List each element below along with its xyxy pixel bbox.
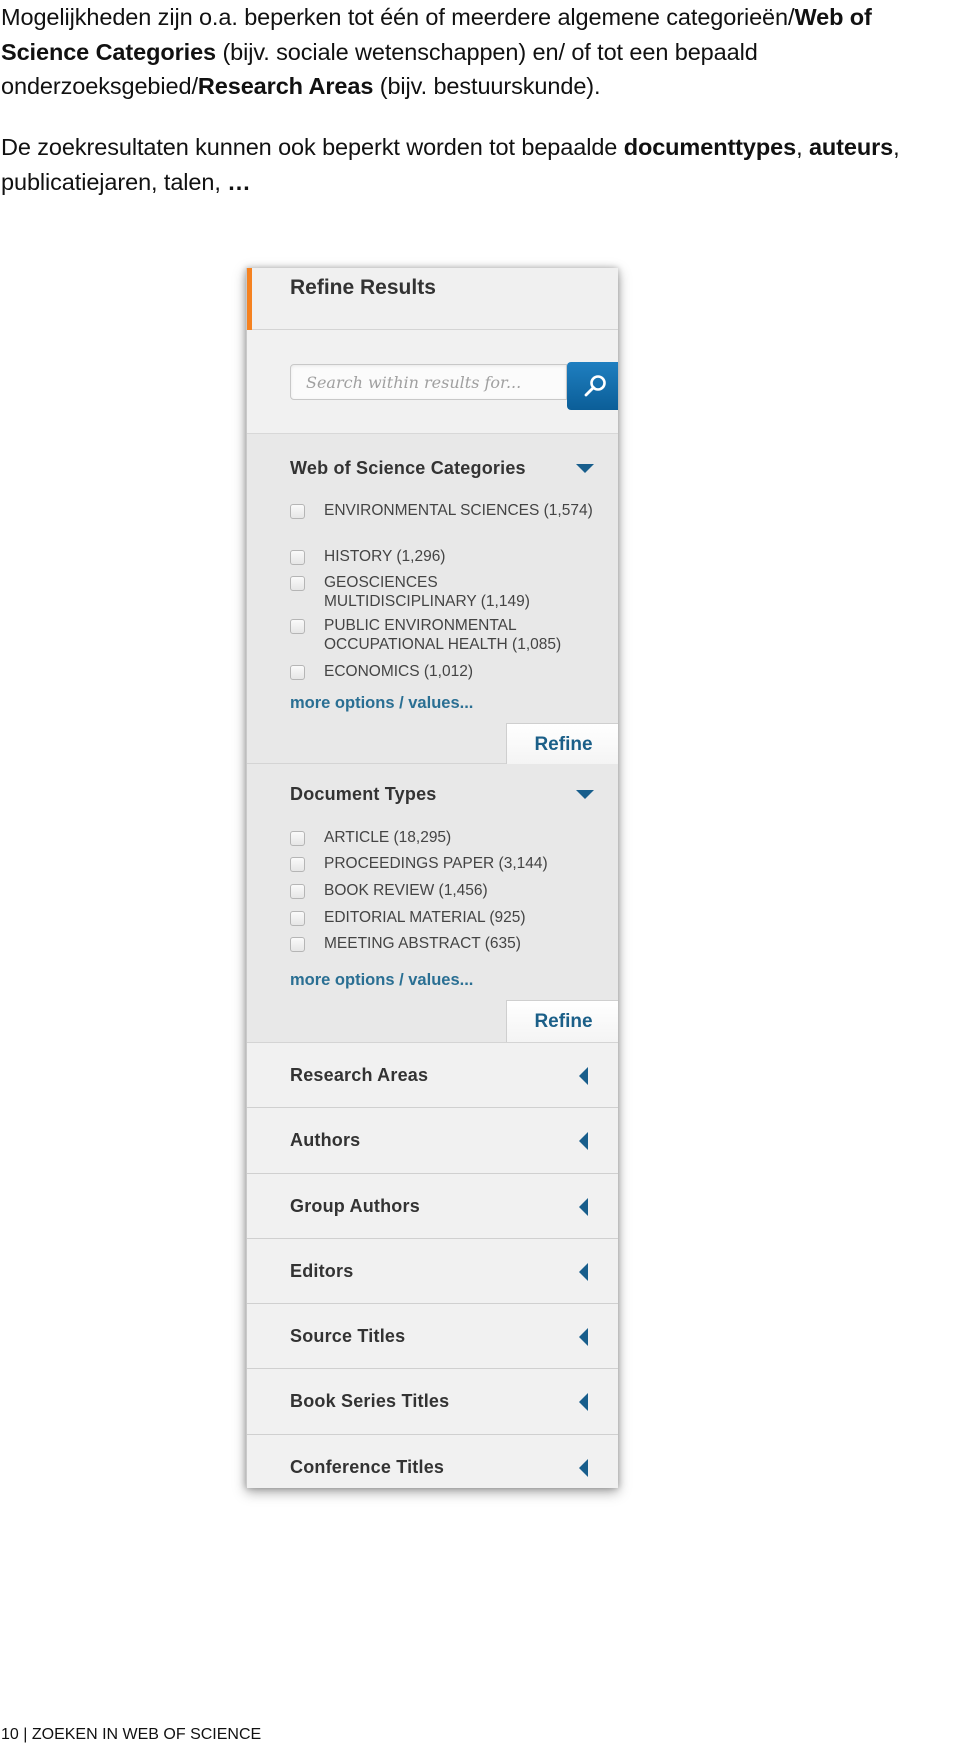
document-type-option[interactable]: BOOK REVIEW (1,456) — [290, 881, 600, 900]
section-research-areas[interactable]: Research Areas — [247, 1043, 618, 1109]
expand-triangle-icon — [579, 1067, 588, 1085]
checkbox[interactable] — [290, 831, 305, 846]
expand-triangle-icon — [579, 1458, 588, 1477]
expand-triangle-icon — [579, 1197, 588, 1216]
category-option[interactable]: GEOSCIENCES MULTIDISCIPLINARY (1,149) — [290, 573, 550, 611]
checkbox[interactable] — [290, 550, 305, 565]
section-editors[interactable]: Editors — [247, 1238, 618, 1305]
checkbox[interactable] — [290, 937, 305, 952]
checkbox[interactable] — [290, 504, 305, 519]
intro-paragraph-1: Mogelijkheden zijn o.a. beperken tot één… — [1, 4, 872, 99]
more-options-link[interactable]: more options / values... — [290, 694, 473, 713]
section-document-types: Document Types ARTICLE (18,295) PROCEEDI… — [247, 764, 618, 1043]
accent-bar — [247, 268, 252, 330]
panel-title: Refine Results — [290, 276, 436, 299]
refine-button[interactable]: Refine — [506, 723, 618, 765]
checkbox[interactable] — [290, 857, 305, 872]
document-type-option[interactable]: ARTICLE (18,295) — [290, 828, 600, 847]
checkbox[interactable] — [290, 576, 305, 591]
expand-triangle-icon — [579, 1132, 588, 1151]
refine-button[interactable]: Refine — [506, 1000, 618, 1042]
search-icon — [584, 375, 606, 397]
emphasis-documenttypes: documenttypes — [623, 134, 797, 160]
more-options-link[interactable]: more options / values... — [290, 971, 473, 990]
document-type-option[interactable]: PROCEEDINGS PAPER (3,144) — [290, 854, 600, 873]
expand-triangle-icon — [579, 1262, 588, 1281]
section-authors[interactable]: Authors — [247, 1108, 618, 1174]
section-group-authors[interactable]: Group Authors — [247, 1173, 618, 1239]
emphasis-auteurs: auteurs — [808, 134, 894, 160]
section-book-series-titles[interactable]: Book Series Titles — [247, 1369, 618, 1435]
category-option[interactable]: PUBLIC ENVIRONMENTAL OCCUPATIONAL HEALTH… — [290, 616, 590, 654]
search-area — [247, 330, 618, 434]
collapse-triangle-icon[interactable] — [576, 790, 594, 799]
section-title: Document Types — [290, 784, 437, 804]
checkbox[interactable] — [290, 665, 305, 680]
category-option[interactable]: HISTORY (1,296) — [290, 547, 600, 566]
page-footer: 10 | ZOEKEN IN WEB OF SCIENCE — [1, 1726, 262, 1743]
search-button[interactable] — [567, 362, 618, 410]
collapse-triangle-icon[interactable] — [576, 464, 594, 473]
intro-paragraph-2: De zoekresultaten kunnen ook beperkt wor… — [1, 134, 900, 195]
checkbox[interactable] — [290, 619, 305, 634]
emphasis-research-areas: Research Areas — [197, 73, 374, 99]
expand-triangle-icon — [579, 1393, 588, 1412]
refine-results-panel: Refine Results Web of Science Categories… — [246, 268, 618, 1488]
document-type-option[interactable]: MEETING ABSTRACT (635) — [290, 934, 600, 953]
expand-triangle-icon — [579, 1328, 588, 1347]
document-type-option[interactable]: EDITORIAL MATERIAL (925) — [290, 908, 600, 927]
category-option[interactable]: ENVIRONMENTAL SCIENCES (1,574) — [290, 501, 600, 520]
checkbox[interactable] — [290, 911, 305, 926]
section-source-titles[interactable]: Source Titles — [247, 1304, 618, 1370]
emphasis-ellipsis: … — [227, 168, 251, 195]
search-within-results-input[interactable] — [290, 364, 567, 400]
checkbox[interactable] — [290, 884, 305, 899]
section-wos-categories: Web of Science Categories ENVIRONMENTAL … — [247, 434, 618, 765]
section-title: Web of Science Categories — [290, 458, 526, 478]
category-option[interactable]: ECONOMICS (1,012) — [290, 662, 600, 681]
section-conference-titles[interactable]: Conference Titles — [247, 1434, 618, 1488]
panel-header: Refine Results — [247, 268, 618, 330]
